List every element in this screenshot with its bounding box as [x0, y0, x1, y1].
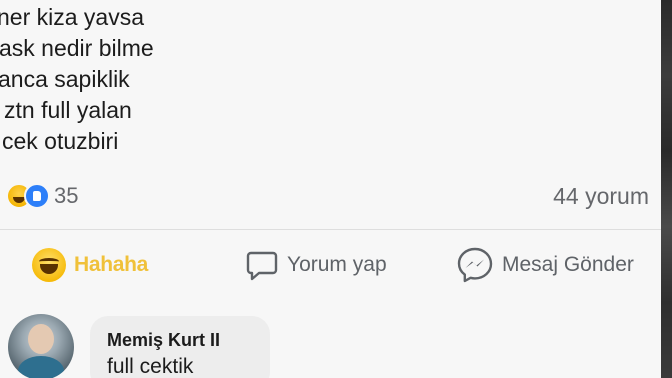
comment-button-label: Yorum yap	[287, 253, 387, 276]
post-text-line: ner kiza yavsa	[0, 4, 145, 30]
comment-button[interactable]: Yorum yap	[245, 245, 387, 285]
haha-emoji-icon	[32, 248, 66, 282]
comment-author-name[interactable]: Memiş Kurt II	[107, 330, 220, 351]
action-bar: Hahaha Yorum yap Mesaj Gönder	[0, 245, 661, 285]
haha-reaction-button[interactable]: Hahaha	[32, 245, 148, 285]
post-text-line: anca sapiklik	[0, 66, 130, 92]
post-text-line: cek otuzbiri	[2, 128, 119, 154]
comment-count-link[interactable]: 44 yorum	[553, 183, 649, 210]
divider	[0, 229, 661, 230]
messenger-icon	[456, 246, 494, 284]
haha-reaction-label: Hahaha	[74, 253, 149, 276]
send-message-label: Mesaj Gönder	[502, 253, 634, 276]
avatar[interactable]	[8, 314, 74, 378]
reaction-summary[interactable]: 35	[6, 181, 78, 211]
post-card: ner kiza yavsa ask nedir bilme anca sapi…	[0, 0, 661, 378]
post-text: ner kiza yavsa ask nedir bilme anca sapi…	[0, 2, 154, 157]
post-text-line: ztn full yalan	[4, 97, 132, 123]
comment-bubble-icon	[245, 248, 279, 282]
send-message-button[interactable]: Mesaj Gönder	[456, 245, 634, 285]
like-reaction-icon	[24, 183, 50, 209]
reaction-count: 35	[54, 183, 79, 208]
background-edge	[661, 0, 672, 378]
comment-text: full cektik	[107, 355, 194, 378]
comment-item: Memiş Kurt II full cektik	[0, 312, 661, 378]
post-text-line: ask nedir bilme	[0, 35, 154, 61]
